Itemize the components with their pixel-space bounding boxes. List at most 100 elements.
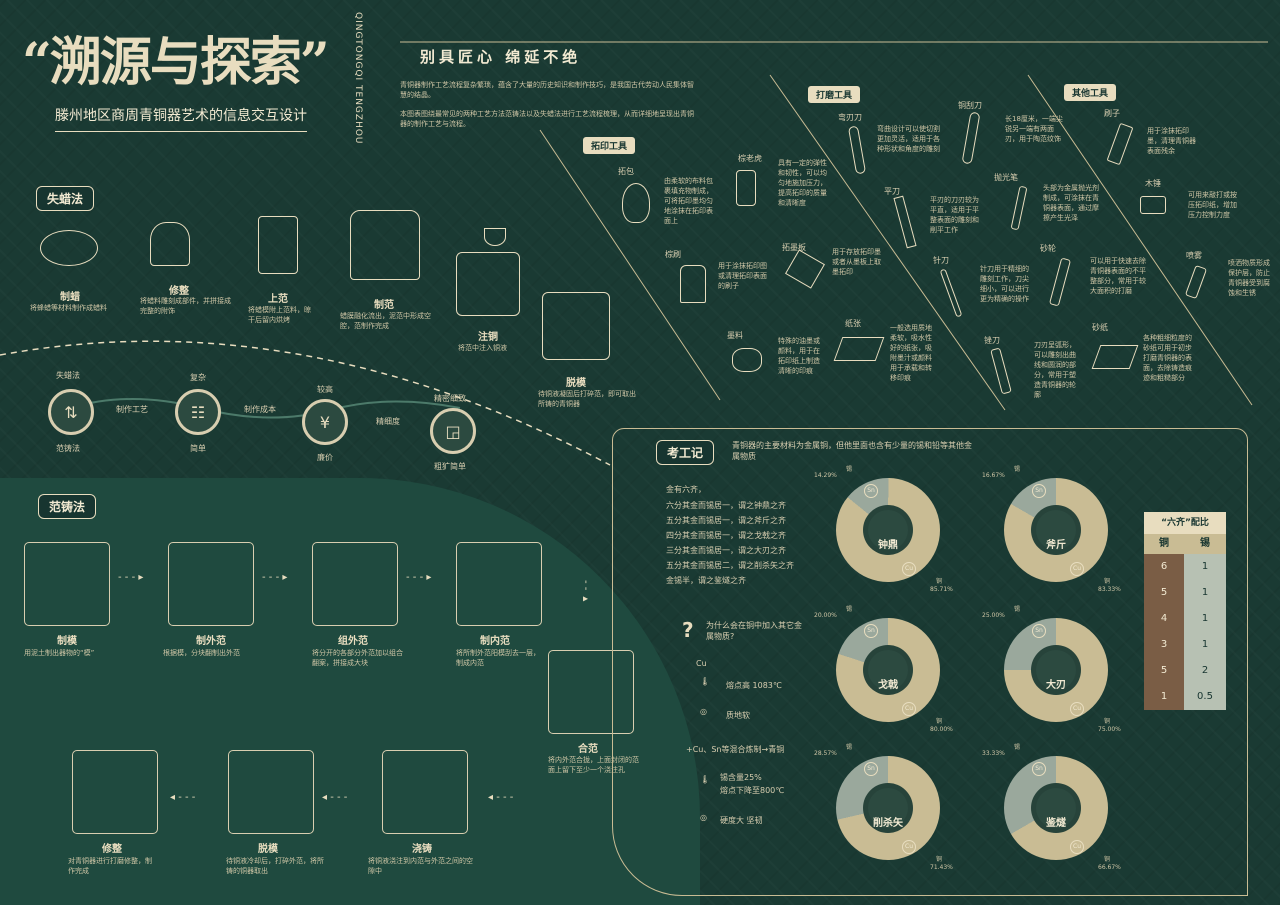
pinyin-label: QINGTONGQI TENGZHOU xyxy=(353,12,363,145)
tool-desc: 喷洒物质形成保护层，防止青铜器受到腐蚀和生锈 xyxy=(1228,259,1270,297)
tool-name: 抛光笔 xyxy=(994,173,1018,182)
verse-line: 六分其金而锡居一，谓之钟鼎之齐 xyxy=(666,501,786,510)
compare-label: 廉价 xyxy=(317,453,333,462)
cu-label: 铜 xyxy=(1104,718,1111,725)
tool-desc: 一般选用质地柔软，吸水性好的纸张，吸附墨汁或颜料用于承载和转移印痕 xyxy=(890,324,932,382)
sn-marker: Sn xyxy=(864,762,878,776)
tin-percent: 20.00% xyxy=(814,612,837,619)
tool-desc: 用于存放拓印墨或者从墨板上取墨拓印 xyxy=(832,248,881,276)
ring-label: 削杀矢 xyxy=(873,818,903,829)
ladle-icon xyxy=(484,228,506,246)
cu-percent: 71.43% xyxy=(930,864,953,871)
alloy-ring: 戈戟 xyxy=(836,618,940,722)
tag-other-tools: 其他工具 xyxy=(1064,84,1117,101)
tin-label: 锡 xyxy=(846,466,853,473)
step-card-finish xyxy=(72,750,158,834)
compare-label: 精细度 xyxy=(376,417,400,426)
ring-label: 戈戟 xyxy=(878,680,898,691)
question-text: 为什么会在铜中加入其它金属物质? xyxy=(706,621,802,641)
cu-label: 铜 xyxy=(1104,856,1111,863)
craft-intro-2: 本图表图绕最常见的两种工艺方法范铸法以及失蜡法进行工艺流程梳理，从而详细地呈现出… xyxy=(400,110,694,128)
step-name: 制范 xyxy=(374,300,394,311)
mold-cover-icon xyxy=(258,216,298,274)
compare-left-top: 失蜡法 xyxy=(56,371,80,380)
arrow-right-icon: - - - ▸ xyxy=(262,572,288,583)
table-header-sn: 锡 xyxy=(1200,538,1210,549)
cu-label: 铜 xyxy=(936,578,943,585)
arrow-left-icon: ◂ - - - xyxy=(322,792,348,803)
compare-label: 较高 xyxy=(317,385,333,394)
alloy-ring: 大刃 xyxy=(1004,618,1108,722)
ring-label: 大刃 xyxy=(1046,680,1066,691)
tool-name: 铜刮刀 xyxy=(958,101,982,110)
carving-hand-icon xyxy=(150,222,190,266)
step-desc: 待铜液凝固后打碎范，即可取出所铸的青铜器 xyxy=(538,390,636,408)
alloy-ring: 削杀矢 xyxy=(836,756,940,860)
tool-desc: 用于涂抹拓印图或清理拓印表面的刷子 xyxy=(718,262,767,290)
ink-jar-icon xyxy=(732,348,762,372)
step-desc: 将铜液浇注到内范与外范之间的空隙中 xyxy=(368,857,473,875)
tool-desc: 长18厘米，一端尖锐另一端有两面刃，用于陶范纹饰 xyxy=(1005,115,1063,143)
cu-marker: Cu xyxy=(902,562,916,576)
table-title: “六齐”配比 xyxy=(1144,512,1226,534)
tool-name: 平刀 xyxy=(884,187,900,196)
tool-name: 木锤 xyxy=(1145,179,1161,188)
step-name: 脱模 xyxy=(566,378,586,389)
step-name: 合范 xyxy=(578,744,598,755)
lostwax-badge: 失蜡法 xyxy=(36,186,95,211)
hard-text: 硬度大 坚韧 xyxy=(720,816,763,825)
palm-brush-icon xyxy=(680,265,706,303)
step-name: 修整 xyxy=(102,844,122,855)
step-desc: 将所制外范阳模刮去一层，制成内范 xyxy=(456,649,540,667)
tin-percent: 16.67% xyxy=(982,472,1005,479)
cell-sn: 2 xyxy=(1201,665,1209,676)
tin-percent: 14.29% xyxy=(814,472,837,479)
drop-text: 熔点下降至800℃ xyxy=(720,786,785,795)
cu-percent: 85.71% xyxy=(930,586,953,593)
thermometer-icon: 🌡 xyxy=(700,775,711,784)
compare-circle-2: ☷ xyxy=(175,389,221,435)
alloy-ring: 钟鼎 xyxy=(836,478,940,582)
tool-desc: 用于涂抹拓印墨，清理青铜器表面残余 xyxy=(1147,127,1196,155)
tool-name: 拓包 xyxy=(618,167,634,176)
cell-sn: 1 xyxy=(1201,613,1209,624)
question-icon: ? xyxy=(682,618,694,642)
tool-desc: 具有一定的弹性和韧性，可以均匀地施加压力，提高拓印的质量和清晰度 xyxy=(778,159,827,207)
step-desc: 蜡膜融化流出，泥范中形成空腔，范制作完成 xyxy=(340,312,431,330)
arrow-left-icon: ◂ - - - xyxy=(170,792,196,803)
tin-percent: 25.00% xyxy=(982,612,1005,619)
thermometer-icon: 🌡 xyxy=(700,677,711,686)
ring-label: 钟鼎 xyxy=(878,540,898,551)
cell-sn: 1 xyxy=(1201,587,1209,598)
compare-circle-4: ◲ xyxy=(430,408,476,454)
tool-desc: 各种粗细粒度的砂纸可用于初步打磨青铜器的表面，去除铸造痕迹和粗糙部分 xyxy=(1143,334,1192,382)
tool-name: 墨料 xyxy=(727,331,743,340)
tool-desc: 针刀用于精细的雕刻工作，刀尖细小，可以进行更为精确的操作 xyxy=(980,265,1029,303)
pour-copper-icon xyxy=(456,252,520,316)
tool-name: 针刀 xyxy=(933,256,949,265)
tin-label: 锡 xyxy=(846,606,853,613)
mix-text: +Cu、Sn等混合炼制→青铜 xyxy=(686,745,785,754)
tool-name: 砂纸 xyxy=(1092,323,1108,332)
kaogongji-intro: 青铜器的主要材料为金属铜，但他里面也含有少量的锡和铅等其他金属物质 xyxy=(732,441,972,461)
cell-sn: 1 xyxy=(1201,561,1209,572)
step-name: 制模 xyxy=(57,636,77,647)
step-desc: 用泥土制出器物的“模” xyxy=(24,649,95,657)
cu-label: 铜 xyxy=(1104,578,1111,585)
soft-text: 质地软 xyxy=(726,711,750,720)
tin-percent: 28.57% xyxy=(814,750,837,757)
step-name: 制内范 xyxy=(480,636,510,647)
step-desc: 将蜡模附上范料，晾干后留内烘烤 xyxy=(248,306,311,324)
ring-label: 斧斤 xyxy=(1046,540,1066,551)
tool-name: 纸张 xyxy=(845,319,861,328)
step-desc: 将分开的各部分外范加以组合翻案，拼接成大块 xyxy=(312,649,403,667)
mallet-icon xyxy=(1140,196,1166,214)
cell-cu: 1 xyxy=(1160,691,1168,702)
compare-label: 精密细致 xyxy=(434,394,466,403)
tool-desc: 特殊的油墨或颜料，用于在拓印纸上制造清晰的印痕 xyxy=(778,337,820,375)
tool-desc: 弯曲设计可以使切割更加灵活，适用于各种形状和角度的雕刻 xyxy=(877,125,940,153)
step-desc: 将蜡料雕刻成部件，并拼接成完整的附饰 xyxy=(140,297,231,315)
tool-name: 棕刷 xyxy=(665,250,681,259)
tool-name: 弯刃刀 xyxy=(838,113,862,122)
compare-circle-3: ¥ xyxy=(302,399,348,445)
